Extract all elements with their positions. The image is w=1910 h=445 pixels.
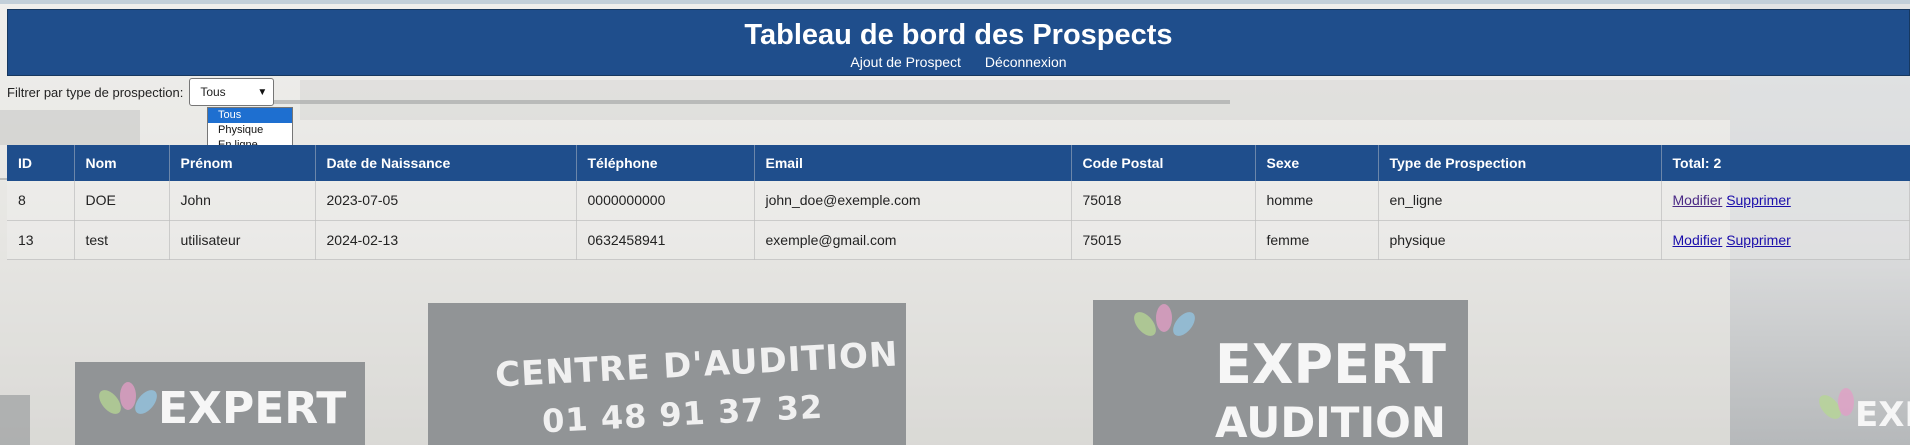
cell-nom: test — [74, 220, 170, 260]
cell-sexe: femme — [1255, 220, 1379, 260]
cell-type-prospection: en_ligne — [1378, 181, 1662, 221]
option-physique[interactable]: Physique — [208, 123, 292, 138]
cell-nom: DOE — [74, 181, 170, 221]
col-header-total: Total: 2 — [1661, 145, 1910, 181]
cell-email: exemple@gmail.com — [754, 220, 1072, 260]
edit-link[interactable]: Modifier — [1673, 192, 1723, 208]
cell-actions: Modifier Supprimer — [1661, 181, 1910, 221]
table-row: 13 test utilisateur 2024-02-13 063245894… — [7, 220, 1910, 260]
delete-link[interactable]: Supprimer — [1726, 232, 1791, 248]
chevron-down-icon: ▼ — [257, 86, 268, 98]
cell-telephone: 0632458941 — [576, 220, 755, 260]
prospects-table: ID Nom Prénom Date de Naissance Téléphon… — [7, 145, 1910, 260]
cell-prenom: John — [169, 181, 316, 221]
cell-prenom: utilisateur — [169, 220, 316, 260]
edit-link[interactable]: Modifier — [1673, 232, 1723, 248]
cell-date-naissance: 2023-07-05 — [315, 181, 577, 221]
page-title: Tableau de bord des Prospects — [744, 19, 1173, 51]
prospection-filter: Filtrer par type de prospection: Tous ▼ — [7, 78, 275, 106]
table-row: 8 DOE John 2023-07-05 0000000000 john_do… — [7, 181, 1910, 221]
col-header-code-postal: Code Postal — [1071, 145, 1256, 181]
cell-actions: Modifier Supprimer — [1661, 220, 1910, 260]
col-header-prenom: Prénom — [169, 145, 316, 181]
dashboard-header: Tableau de bord des Prospects Ajout de P… — [7, 9, 1910, 76]
prospection-type-select[interactable]: Tous ▼ — [189, 78, 275, 106]
delete-link[interactable]: Supprimer — [1726, 192, 1791, 208]
cell-sexe: homme — [1255, 181, 1379, 221]
cell-type-prospection: physique — [1378, 220, 1662, 260]
col-header-id: ID — [7, 145, 75, 181]
cell-telephone: 0000000000 — [576, 181, 755, 221]
col-header-nom: Nom — [74, 145, 170, 181]
table-header-row: ID Nom Prénom Date de Naissance Téléphon… — [7, 145, 1910, 181]
nav-link-add-prospect[interactable]: Ajout de Prospect — [850, 54, 961, 70]
cell-code-postal: 75018 — [1071, 181, 1256, 221]
col-header-date-naissance: Date de Naissance — [315, 145, 577, 181]
filter-label: Filtrer par type de prospection: — [7, 84, 184, 100]
option-tous[interactable]: Tous — [208, 108, 292, 123]
cell-email: john_doe@exemple.com — [754, 181, 1072, 221]
cell-code-postal: 75015 — [1071, 220, 1256, 260]
cell-date-naissance: 2024-02-13 — [315, 220, 577, 260]
header-nav: Ajout de Prospect Déconnexion — [8, 53, 1909, 71]
col-header-type-prospection: Type de Prospection — [1378, 145, 1662, 181]
top-accent-line — [0, 0, 1910, 4]
select-value: Tous — [200, 85, 226, 99]
col-header-email: Email — [754, 145, 1072, 181]
cell-id: 13 — [7, 220, 75, 260]
col-header-telephone: Téléphone — [576, 145, 755, 181]
nav-link-logout[interactable]: Déconnexion — [985, 54, 1067, 70]
col-header-sexe: Sexe — [1255, 145, 1379, 181]
cell-id: 8 — [7, 181, 75, 221]
